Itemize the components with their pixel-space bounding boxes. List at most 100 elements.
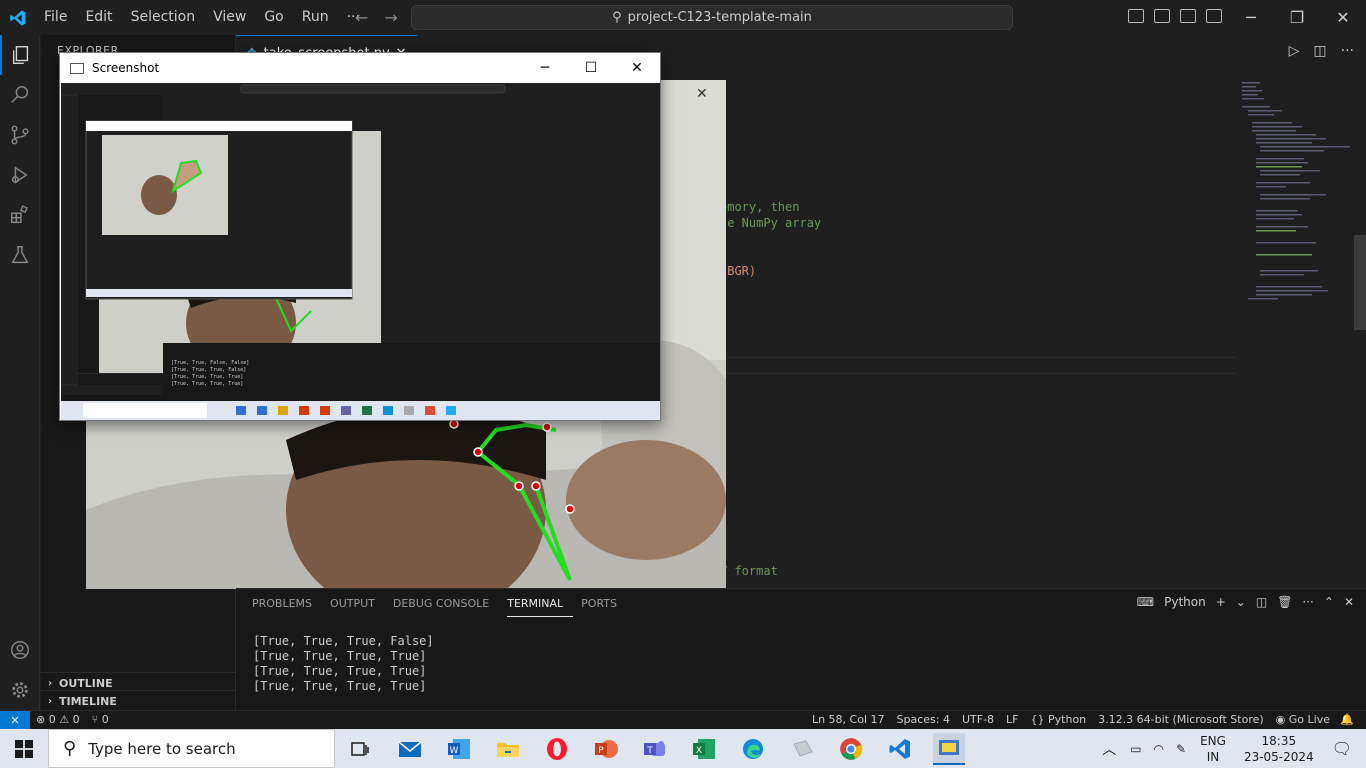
run-debug-icon[interactable] <box>0 155 40 195</box>
chevron-up-icon[interactable]: ︿ <box>1102 739 1116 759</box>
back-arrow-icon[interactable]: ← <box>355 8 368 27</box>
go-live-button[interactable]: ◉ Go Live <box>1276 713 1330 726</box>
menu-file[interactable]: File <box>35 0 76 35</box>
close-panel-icon[interactable]: ✕ <box>1344 595 1354 609</box>
run-file-icon[interactable]: ▷ <box>1289 43 1300 59</box>
new-terminal-icon[interactable]: + <box>1216 595 1226 609</box>
word-icon[interactable]: W <box>443 733 475 765</box>
settings-gear-icon[interactable] <box>0 670 40 710</box>
more-actions-icon[interactable]: ··· <box>1341 43 1354 59</box>
bell-icon[interactable]: 🔔 <box>1340 713 1354 726</box>
vscode-taskbar-icon[interactable] <box>884 733 916 765</box>
extensions-icon[interactable] <box>0 195 40 235</box>
minimize-button[interactable]: ─ <box>522 53 568 83</box>
restore-button[interactable]: ❐ <box>1274 0 1320 35</box>
chevron-right-icon: › <box>47 696 53 707</box>
indentation[interactable]: Spaces: 4 <box>897 713 950 726</box>
chrome-icon[interactable] <box>835 733 867 765</box>
menu-edit[interactable]: Edit <box>76 0 121 35</box>
ports-icon: ⑂ <box>91 713 99 726</box>
testing-icon[interactable] <box>0 235 40 275</box>
end-of-line[interactable]: LF <box>1006 713 1018 726</box>
braces-icon: {} <box>1030 713 1045 726</box>
clock[interactable]: 18:35 23-05-2024 <box>1244 733 1314 765</box>
terminal-line: [True, True, True, True] <box>253 679 427 693</box>
svg-text:T: T <box>646 746 653 756</box>
python-interpreter[interactable]: 3.12.3 64-bit (Microsoft Store) <box>1098 713 1264 726</box>
code-fragment: le NumPy array <box>720 216 822 230</box>
timeline-section[interactable]: › TIMELINE <box>41 690 236 712</box>
edge-icon[interactable] <box>737 733 769 765</box>
teams-icon[interactable]: T <box>639 733 671 765</box>
remote-icon[interactable]: ✕ <box>0 711 30 730</box>
source-control-icon[interactable] <box>0 115 40 155</box>
screenshot-window[interactable]: Screenshot ─ ☐ ✕ [True, True, False, Fal… <box>59 52 661 421</box>
code-fragment: emory, then <box>720 200 800 214</box>
toggle-sidebar-icon[interactable] <box>1128 9 1144 23</box>
menu-run[interactable]: Run <box>293 0 338 35</box>
task-view-icon[interactable] <box>344 733 376 765</box>
tab-output[interactable]: OUTPUT <box>330 595 385 617</box>
battery-icon[interactable]: ▭ <box>1130 742 1141 756</box>
minimap[interactable] <box>1242 80 1352 320</box>
close-icon[interactable]: ✕ <box>696 86 708 102</box>
chevron-down-icon[interactable]: ⌄ <box>1236 595 1246 609</box>
python-app-icon[interactable] <box>933 733 965 765</box>
clock-date: 23-05-2024 <box>1243 749 1314 764</box>
toggle-secondary-sidebar-icon[interactable] <box>1180 9 1196 23</box>
pen-icon[interactable]: ✎ <box>1176 742 1186 756</box>
language-indicator[interactable]: ENG IN <box>1200 733 1226 765</box>
customize-layout-icon[interactable] <box>1206 9 1222 23</box>
search-icon[interactable] <box>0 75 40 115</box>
command-center-search[interactable]: ⚲ project-C123-template-main <box>411 5 1013 30</box>
split-editor-icon[interactable]: ◫ <box>1313 43 1326 59</box>
opera-icon[interactable] <box>541 733 573 765</box>
notification-icon[interactable]: 🗨 <box>1332 739 1352 758</box>
tab-problems[interactable]: PROBLEMS <box>252 595 322 617</box>
title-bar: File Edit Selection View Go Run ··· ← → … <box>0 0 1366 35</box>
powerpoint-icon[interactable]: P <box>590 733 622 765</box>
close-button[interactable]: ✕ <box>614 53 660 83</box>
forward-arrow-icon[interactable]: → <box>384 8 397 27</box>
store-icon[interactable] <box>786 733 818 765</box>
language-mode[interactable]: {} Python <box>1031 713 1087 726</box>
menu-view[interactable]: View <box>204 0 255 35</box>
minimize-button[interactable]: ─ <box>1228 0 1274 35</box>
tab-debug-console[interactable]: DEBUG CONSOLE <box>393 595 499 617</box>
menu-go[interactable]: Go <box>255 0 292 35</box>
ports-status[interactable]: ⑂ 0 <box>92 713 109 726</box>
taskbar-search[interactable]: ⚲ Type here to search <box>48 729 335 768</box>
problems-status[interactable]: ⊗ 0 ⚠ 0 <box>36 713 80 726</box>
maximize-panel-icon[interactable]: ⌃ <box>1324 595 1334 609</box>
status-bar: ✕ ⊗ 0 ⚠ 0 ⑂ 0 Ln 58, Col 17 Spaces: 4 UT… <box>0 710 1366 730</box>
maximize-button[interactable]: ☐ <box>568 53 614 83</box>
editor-scrollbar[interactable] <box>1354 235 1366 330</box>
svg-text:X: X <box>696 746 702 756</box>
file-explorer-icon[interactable] <box>492 733 524 765</box>
trash-icon[interactable]: 🗑 <box>1277 595 1292 609</box>
account-icon[interactable] <box>0 630 40 670</box>
explorer-icon[interactable] <box>0 35 40 75</box>
more-actions-icon[interactable]: ··· <box>1302 595 1313 609</box>
screenshot-image: [True, True, False, False] [True, True, … <box>61 83 660 420</box>
toggle-panel-icon[interactable] <box>1154 9 1170 23</box>
start-button[interactable] <box>0 729 48 768</box>
ports-count: 0 <box>101 713 109 726</box>
svg-text:P: P <box>598 746 604 756</box>
mail-icon[interactable] <box>394 733 426 765</box>
tab-terminal[interactable]: TERMINAL <box>507 595 574 617</box>
activity-bar <box>0 35 40 710</box>
search-icon: ⚲ <box>63 738 77 759</box>
wifi-icon[interactable]: ◠ <box>1154 742 1164 756</box>
split-terminal-icon[interactable]: ◫ <box>1256 595 1267 609</box>
excel-icon[interactable]: X <box>688 733 720 765</box>
terminal-shell-name[interactable]: Python <box>1164 595 1206 609</box>
menu-selection[interactable]: Selection <box>122 0 205 35</box>
cursor-position[interactable]: Ln 58, Col 17 <box>812 713 885 726</box>
encoding[interactable]: UTF-8 <box>962 713 994 726</box>
clock-time: 18:35 <box>1261 733 1297 748</box>
tab-ports[interactable]: PORTS <box>581 595 627 617</box>
chevron-right-icon: › <box>47 678 53 689</box>
region-code: IN <box>1206 749 1220 764</box>
close-button[interactable]: ✕ <box>1320 0 1366 35</box>
